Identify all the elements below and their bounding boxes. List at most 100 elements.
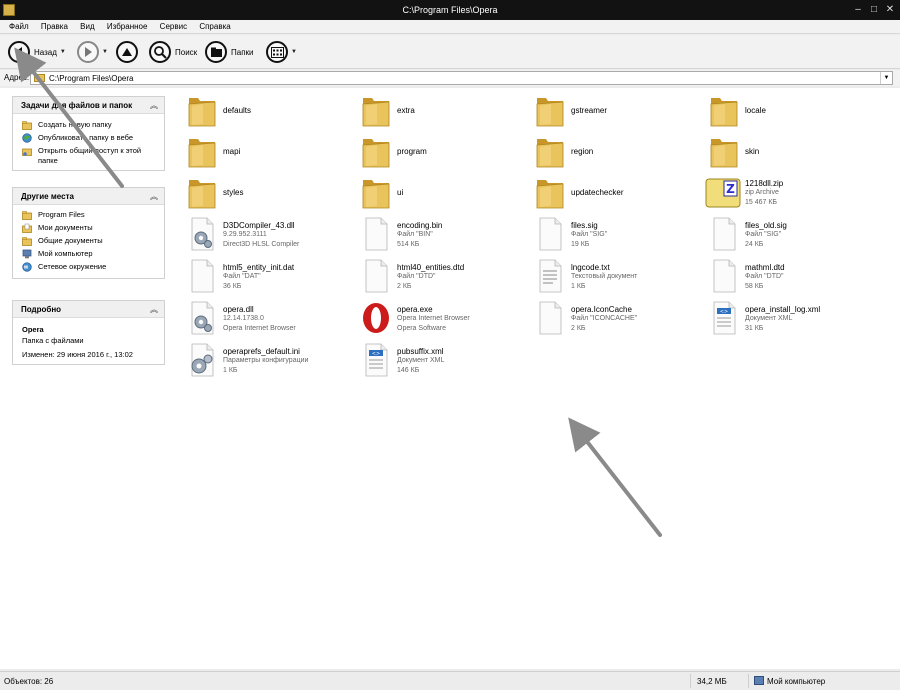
collapse-icon[interactable]: ︽ (150, 100, 158, 111)
collapse-icon[interactable]: ︽ (150, 191, 158, 202)
file-detail: 9.29.952.3111 (223, 231, 267, 238)
file-detail: 146 КБ (397, 367, 420, 374)
file-tasks-header[interactable]: Задачи для файлов и папок ︽ (13, 97, 164, 114)
folders-label: Папки (231, 47, 254, 57)
documents-icon (22, 223, 32, 233)
maximize-button[interactable]: □ (866, 3, 882, 17)
file-name: html5_entity_init.dat (223, 263, 295, 272)
file-item[interactable]: html5_entity_init.dat Файл "DAT" 36 КБ (177, 258, 349, 298)
title-bar[interactable]: C:\Program Files\Opera – □ ✕ (0, 0, 900, 20)
minimize-button[interactable]: – (850, 3, 866, 17)
folder-item[interactable]: mapi (177, 133, 349, 173)
zip-archive-icon: Z (705, 178, 741, 208)
up-button[interactable] (116, 40, 138, 64)
file-detail: 514 КБ (397, 241, 420, 248)
folder-icon (188, 180, 216, 209)
file-item[interactable]: opera.IconCache Файл "ICONCACHE" 2 КБ (525, 300, 697, 340)
folder-item[interactable]: ui (351, 174, 523, 214)
file-item[interactable]: encoding.bin Файл "BIN" 514 КБ (351, 216, 523, 256)
menu-file[interactable]: Файл (8, 20, 30, 34)
folder-item[interactable]: gstreamer (525, 92, 697, 132)
folder-item[interactable]: styles (177, 174, 349, 214)
folder-icon (188, 139, 216, 168)
file-item[interactable]: opera.dll 12.14.1738.0 Opera Internet Brow… (177, 300, 349, 340)
other-places-header[interactable]: Другие места ︽ (13, 188, 164, 205)
details-header[interactable]: Подробно ︽ (13, 301, 164, 318)
folder-item[interactable]: extra (351, 92, 523, 132)
file-item[interactable]: operaprefs_default.ini Параметры конфигур… (177, 342, 349, 382)
dll-gear-icon (191, 217, 214, 251)
place-shared-documents[interactable]: Общие документы (13, 235, 164, 248)
folder-icon (362, 180, 390, 209)
status-bar: Объектов: 26 34,2 МБ Мой компьютер (0, 671, 900, 690)
task-new-folder[interactable]: Создать новую папку (13, 119, 164, 132)
folder-icon (362, 98, 390, 127)
place-my-computer[interactable]: Мой компьютер (13, 248, 164, 261)
folder-item[interactable]: defaults (177, 92, 349, 132)
folders-button[interactable]: Папки (205, 40, 254, 64)
place-network[interactable]: Сетевое окружение (13, 261, 164, 274)
folder-item[interactable]: program (351, 133, 523, 173)
forward-button[interactable]: ▼ (77, 40, 108, 64)
task-publish-web[interactable]: Опубликовать папку в вебе (13, 132, 164, 145)
close-button[interactable]: ✕ (882, 3, 898, 17)
svg-text:Z: Z (726, 182, 735, 196)
forward-arrow-icon (77, 41, 99, 63)
task-share-folder[interactable]: Открыть общий доступ к этой папке (13, 145, 164, 168)
place-my-documents[interactable]: Мои документы (13, 222, 164, 235)
file-detail: Файл "SIG" (571, 231, 608, 238)
main-area: Задачи для файлов и папок ︽ Создать нову… (0, 88, 900, 669)
menu-tools[interactable]: Сервис (159, 20, 188, 34)
menu-edit[interactable]: Правка (40, 20, 69, 34)
file-item[interactable]: lngcode.txt Текстовый документ 1 КБ (525, 258, 697, 298)
address-value: C:\Program Files\Opera (49, 74, 134, 83)
file-detail: Текстовый документ (571, 273, 638, 280)
file-item[interactable]: files.sig Файл "SIG" 19 КБ (525, 216, 697, 256)
menu-help[interactable]: Справка (198, 20, 231, 34)
file-item[interactable]: D3DCompiler_43.dll 9.29.952.3111 Direct3D … (177, 216, 349, 256)
file-item[interactable]: opera.exe Opera Internet Browser Opera Sof… (351, 300, 523, 340)
menu-view[interactable]: Вид (79, 20, 95, 34)
xml-file-icon: <> (713, 301, 736, 335)
folder-icon (536, 139, 564, 168)
place-label: Program Files (38, 210, 85, 219)
views-button[interactable]: ▼ (266, 40, 297, 64)
chevron-down-icon[interactable]: ▼ (60, 49, 66, 55)
place-program-files[interactable]: Program Files (13, 209, 164, 222)
opera-logo-icon (363, 303, 389, 333)
file-tasks-panel: Задачи для файлов и папок ︽ Создать нову… (12, 96, 165, 171)
folder-item[interactable]: updatechecker (525, 174, 697, 214)
file-item[interactable]: html40_entities.dtd Файл "DTD" 2 КБ (351, 258, 523, 298)
file-item[interactable]: <> opera_install_log.xml Документ XML 31 КБ (699, 300, 871, 340)
collapse-icon[interactable]: ︽ (150, 304, 158, 315)
status-separator (748, 674, 749, 688)
detail-type: Папка с файлами (22, 336, 84, 345)
menu-favorites[interactable]: Избранное (106, 20, 149, 34)
file-detail: Документ XML (745, 315, 793, 322)
file-detail: 31 КБ (745, 325, 764, 332)
file-name: locale (745, 106, 766, 115)
dll-gear-icon (191, 301, 214, 335)
chevron-down-icon[interactable]: ▼ (102, 49, 108, 55)
chevron-down-icon[interactable]: ▼ (880, 72, 892, 84)
folder-item[interactable]: locale (699, 92, 871, 132)
file-item[interactable]: Z 1218dll.zip zip Archive 15 467 КБ (699, 174, 871, 214)
search-button[interactable]: Поиск (149, 40, 197, 64)
file-name: ui (397, 188, 404, 197)
file-detail: 1 КБ (223, 367, 238, 374)
address-input[interactable]: C:\Program Files\Opera ▼ (30, 71, 893, 85)
status-location: Мой компьютер (767, 677, 826, 686)
file-name: 1218dll.zip (745, 179, 784, 188)
chevron-down-icon[interactable]: ▼ (291, 49, 297, 55)
file-item[interactable]: mathml.dtd Файл "DTD" 58 КБ (699, 258, 871, 298)
folder-item[interactable]: skin (699, 133, 871, 173)
file-name: opera.dll (223, 305, 254, 314)
file-detail: 19 КБ (571, 241, 590, 248)
file-item[interactable]: <> pubsuffix.xml Документ XML 146 КБ (351, 342, 523, 382)
place-label: Мои документы (38, 223, 93, 232)
back-button[interactable]: Назад ▼ (8, 40, 66, 64)
web-publish-icon (22, 133, 32, 143)
file-item[interactable]: files_old.sig Файл "SIG" 24 КБ (699, 216, 871, 256)
folder-item[interactable]: region (525, 133, 697, 173)
panel-title: Подробно (21, 305, 62, 314)
